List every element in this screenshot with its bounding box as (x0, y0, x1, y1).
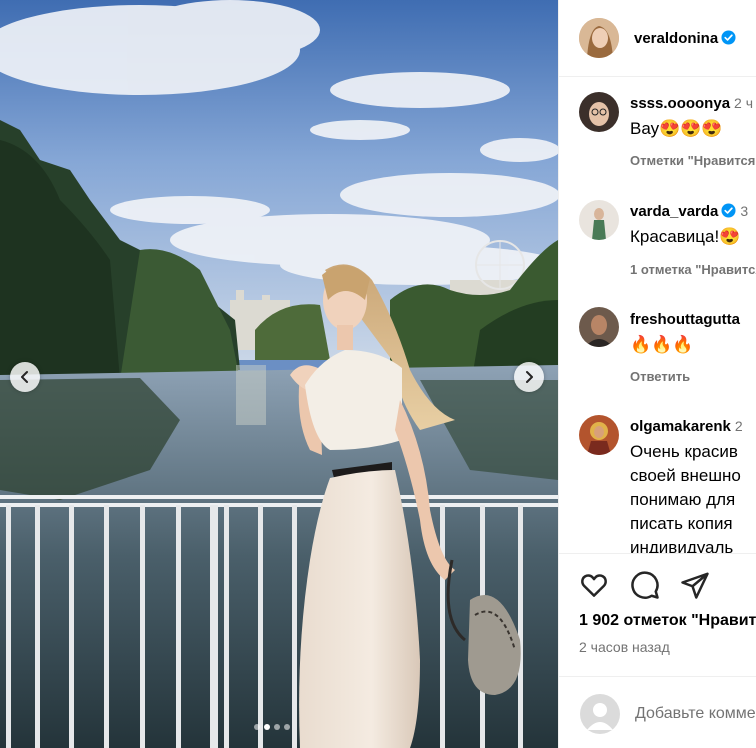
current-user-avatar (580, 694, 620, 734)
comment-username[interactable]: freshouttagutta (630, 311, 740, 328)
heart-icon[interactable] (579, 570, 609, 600)
photo-scene (0, 0, 558, 748)
comment-text: 🔥🔥🔥 (630, 335, 694, 354)
comment-text-line: понимаю для (630, 490, 736, 509)
carousel-dot (284, 724, 290, 730)
comment-username-row: freshouttagutta (630, 311, 740, 328)
post-actions: 1 902 отметок "Нравится" 2 часов назад (559, 553, 756, 748)
comment-time: 2 ч (734, 95, 754, 111)
comment-text-line: писать копия (630, 514, 733, 533)
comment-avatar-image (579, 307, 619, 347)
likes-count[interactable]: 1 902 отметок "Нравится" (579, 612, 756, 630)
verified-badge-icon (721, 203, 736, 218)
comment-avatar-image (579, 92, 619, 132)
comment-username-row: varda_varda 3 (630, 203, 748, 220)
comment-avatar[interactable] (579, 92, 619, 132)
comment-avatar-image (579, 200, 619, 240)
comment-likes-link[interactable]: Отметки "Нравится" (630, 153, 756, 168)
add-comment-input[interactable] (635, 705, 756, 723)
comment-text-line: своей внешно (630, 466, 741, 485)
previous-slide-button[interactable] (10, 362, 40, 392)
author-avatar-image (579, 18, 619, 58)
share-icon[interactable] (680, 570, 710, 600)
carousel-indicator (254, 724, 290, 730)
reply-link[interactable]: Ответить (630, 369, 690, 384)
comment-username[interactable]: varda_varda (630, 203, 718, 220)
comment-username[interactable]: olgamakarenk (630, 418, 731, 435)
comment-text: Красавица!😍 (630, 227, 741, 246)
carousel-dot (254, 724, 260, 730)
comment-text-line: Очень красив (630, 442, 738, 461)
post-photo[interactable] (0, 0, 558, 748)
comment-time: 2 (734, 418, 743, 434)
carousel-dot (274, 724, 280, 730)
author-username[interactable]: veraldonina (634, 30, 718, 47)
user-avatar-icon (587, 703, 613, 730)
add-comment-bar (559, 676, 756, 748)
comment-text-line: индивидуаль (630, 538, 734, 553)
post-header: veraldonina (559, 0, 756, 77)
post-timestamp[interactable]: 2 часов назад (579, 639, 670, 655)
author-name-row: veraldonina (634, 30, 736, 47)
comment-avatar[interactable] (579, 307, 619, 347)
post-sidebar: veraldonina ssss.oooonya 2 ч Вау😍😍😍 Отмет… (558, 0, 756, 748)
comment-likes-link[interactable]: 1 отметка "Нравится" (630, 262, 756, 277)
comment-avatar[interactable] (579, 415, 619, 455)
comment-avatar-image (579, 415, 619, 455)
comment-username[interactable]: ssss.oooonya (630, 95, 730, 112)
next-slide-button[interactable] (514, 362, 544, 392)
chevron-right-icon (526, 371, 533, 383)
comment-username-row: ssss.oooonya 2 ч (630, 95, 753, 112)
comments-list[interactable]: ssss.oooonya 2 ч Вау😍😍😍 Отметки "Нравится… (559, 77, 756, 553)
author-avatar[interactable] (579, 18, 619, 58)
comment-time: 3 (740, 203, 749, 219)
verified-badge-icon (721, 30, 736, 45)
carousel-dot-active (264, 724, 270, 730)
comment-text: Вау😍😍😍 (630, 119, 723, 138)
comment-icon[interactable] (630, 570, 660, 600)
comment-avatar[interactable] (579, 200, 619, 240)
comment-username-row: olgamakarenk 2 (630, 418, 743, 435)
chevron-left-icon (21, 371, 28, 383)
